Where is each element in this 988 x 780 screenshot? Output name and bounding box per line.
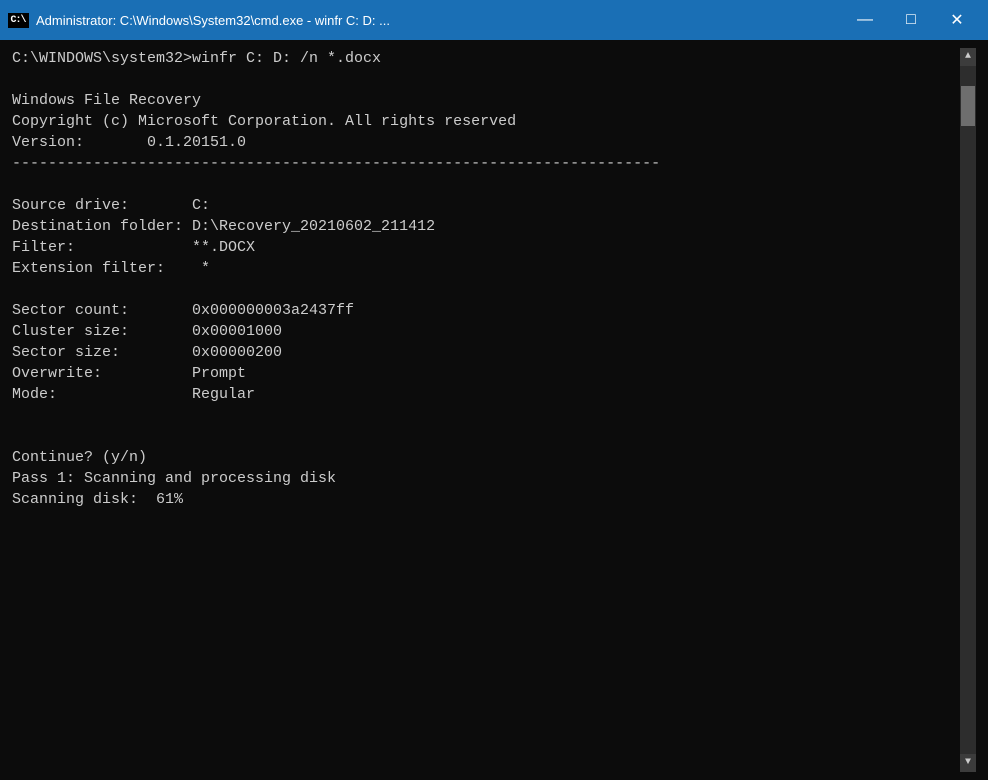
source-line: Source drive: C: [12, 195, 960, 216]
filter-value: **.DOCX [192, 239, 255, 256]
cmd-icon-wrapper: C:\ [8, 10, 28, 30]
overwrite-label: Overwrite: [12, 365, 192, 382]
mode-label: Mode: [12, 386, 192, 403]
sector-label: Sector count: [12, 302, 192, 319]
separator-line: ----------------------------------------… [12, 153, 960, 174]
window-title: Administrator: C:\Windows\System32\cmd.e… [36, 13, 390, 28]
sector-count-line: Sector count: 0x000000003a2437ff [12, 300, 960, 321]
cmd-icon: C:\ [8, 13, 29, 28]
blank-line-4 [12, 405, 960, 426]
sector-value: 0x000000003a2437ff [192, 302, 354, 319]
minimize-button[interactable]: — [842, 4, 888, 36]
scroll-down-arrow[interactable]: ▼ [960, 754, 976, 772]
overwrite-value: Prompt [192, 365, 246, 382]
sector-size-value: 0x00000200 [192, 344, 282, 361]
title-bar-controls: — □ ✕ [842, 4, 980, 36]
copyright-line: Copyright (c) Microsoft Corporation. All… [12, 111, 960, 132]
sector-size-line: Sector size: 0x00000200 [12, 342, 960, 363]
scanning-line: Scanning disk: 61% [12, 489, 960, 510]
ext-value: * [192, 260, 210, 277]
cluster-value: 0x00001000 [192, 323, 282, 340]
ext-label: Extension filter: [12, 260, 192, 277]
filter-label: Filter: [12, 239, 192, 256]
filter-line: Filter: **.DOCX [12, 237, 960, 258]
blank-line-2 [12, 174, 960, 195]
scroll-up-arrow[interactable]: ▲ [960, 48, 976, 66]
maximize-button[interactable]: □ [888, 4, 934, 36]
continue-line: Continue? (y/n) [12, 447, 960, 468]
blank-line-1 [12, 69, 960, 90]
scrollbar[interactable]: ▲ ▼ [960, 48, 976, 772]
source-value: C: [192, 197, 210, 214]
close-button[interactable]: ✕ [934, 4, 980, 36]
window: C:\ Administrator: C:\Windows\System32\c… [0, 0, 988, 780]
blank-line-3 [12, 279, 960, 300]
version-line: Version: 0.1.20151.0 [12, 132, 960, 153]
pass-line: Pass 1: Scanning and processing disk [12, 468, 960, 489]
dest-label: Destination folder: [12, 218, 192, 235]
title-bar: C:\ Administrator: C:\Windows\System32\c… [0, 0, 988, 40]
overwrite-line: Overwrite: Prompt [12, 363, 960, 384]
version-value: 0.1.20151.0 [84, 134, 246, 151]
app-name-line: Windows File Recovery [12, 90, 960, 111]
sector-size-label: Sector size: [12, 344, 192, 361]
terminal-area: C:\WINDOWS\system32>winfr C: D: /n *.doc… [0, 40, 988, 780]
cluster-size-line: Cluster size: 0x00001000 [12, 321, 960, 342]
ext-filter-line: Extension filter: * [12, 258, 960, 279]
mode-line: Mode: Regular [12, 384, 960, 405]
terminal-content[interactable]: C:\WINDOWS\system32>winfr C: D: /n *.doc… [12, 48, 960, 772]
command-line: C:\WINDOWS\system32>winfr C: D: /n *.doc… [12, 48, 960, 69]
dest-value: D:\Recovery_20210602_211412 [192, 218, 435, 235]
mode-value: Regular [192, 386, 255, 403]
scrollbar-thumb[interactable] [961, 86, 975, 126]
title-bar-left: C:\ Administrator: C:\Windows\System32\c… [8, 10, 390, 30]
blank-line-5 [12, 426, 960, 447]
cluster-label: Cluster size: [12, 323, 192, 340]
version-label: Version: [12, 134, 84, 151]
dest-line: Destination folder: D:\Recovery_20210602… [12, 216, 960, 237]
source-label: Source drive: [12, 197, 192, 214]
